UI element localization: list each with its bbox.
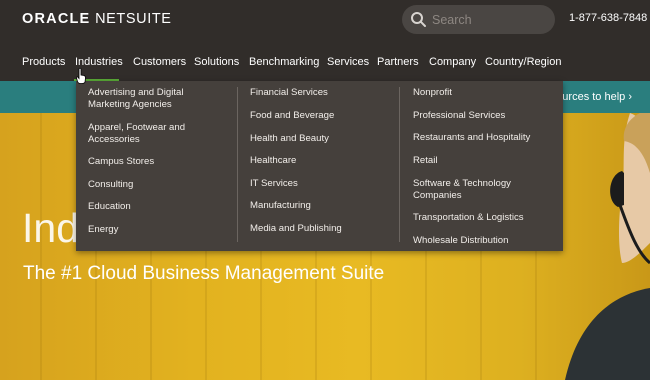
- industries-dropdown-menu: Advertising and Digital Marketing Agenci…: [76, 81, 563, 251]
- menu-item-health-beauty[interactable]: Health and Beauty: [250, 133, 390, 145]
- hero-title: Ind: [22, 205, 79, 251]
- menu-item-apparel[interactable]: Apparel, Footwear and Accessories: [88, 122, 226, 146]
- nav-industries[interactable]: Industries: [75, 56, 123, 68]
- search-icon[interactable]: [410, 11, 427, 28]
- menu-item-nonprofit[interactable]: Nonprofit: [413, 87, 553, 99]
- nav-benchmarking[interactable]: Benchmarking: [249, 56, 319, 68]
- menu-item-restaurants[interactable]: Restaurants and Hospitality: [413, 132, 553, 144]
- menu-divider: [399, 87, 400, 242]
- menu-item-media-publishing[interactable]: Media and Publishing: [250, 223, 390, 235]
- hand-cursor-icon: [76, 68, 86, 84]
- menu-divider: [237, 87, 238, 242]
- logo-oracle: ORACLE: [22, 11, 91, 27]
- menu-item-retail[interactable]: Retail: [413, 155, 553, 167]
- menu-item-transportation[interactable]: Transportation & Logistics: [413, 212, 553, 224]
- menu-item-professional-services[interactable]: Professional Services: [413, 110, 553, 122]
- person-with-headset-image: [565, 113, 650, 380]
- logo-netsuite: NETSUITE: [95, 11, 172, 27]
- menu-item-it-services[interactable]: IT Services: [250, 178, 390, 190]
- top-bar: ORACLE NETSUITE 1-877-638-7848: [0, 0, 650, 39]
- menu-item-advertising[interactable]: Advertising and Digital Marketing Agenci…: [88, 87, 226, 111]
- menu-item-financial-services[interactable]: Financial Services: [250, 87, 390, 99]
- menu-item-healthcare[interactable]: Healthcare: [250, 155, 390, 167]
- main-nav: Products Industries Customers Solutions …: [0, 39, 650, 81]
- nav-products[interactable]: Products: [22, 56, 65, 68]
- nav-company[interactable]: Company: [429, 56, 476, 68]
- nav-customers[interactable]: Customers: [133, 56, 186, 68]
- menu-item-wholesale[interactable]: Wholesale Distribution: [413, 235, 553, 247]
- menu-item-campus-stores[interactable]: Campus Stores: [88, 156, 226, 168]
- menu-item-manufacturing[interactable]: Manufacturing: [250, 200, 390, 212]
- nav-services[interactable]: Services: [327, 56, 369, 68]
- search-input[interactable]: [432, 10, 548, 29]
- menu-item-consulting[interactable]: Consulting: [88, 179, 226, 191]
- menu-item-education[interactable]: Education: [88, 201, 226, 213]
- nav-partners[interactable]: Partners: [377, 56, 419, 68]
- oracle-netsuite-logo[interactable]: ORACLE NETSUITE: [22, 11, 172, 27]
- hero-subtitle: The #1 Cloud Business Management Suite: [23, 263, 385, 284]
- menu-item-food-beverage[interactable]: Food and Beverage: [250, 110, 390, 122]
- menu-item-energy[interactable]: Energy: [88, 224, 226, 236]
- phone-number-link[interactable]: 1-877-638-7848: [569, 12, 647, 24]
- menu-item-software-technology[interactable]: Software & Technology Companies: [413, 178, 533, 202]
- nav-solutions[interactable]: Solutions: [194, 56, 239, 68]
- nav-country-region[interactable]: Country/Region: [485, 56, 561, 68]
- search-box[interactable]: [402, 5, 555, 34]
